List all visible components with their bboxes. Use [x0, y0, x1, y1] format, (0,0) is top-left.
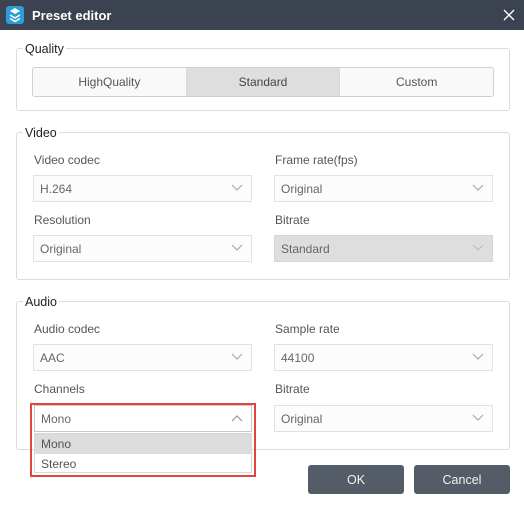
- frame-rate-label: Frame rate(fps): [275, 153, 358, 167]
- sample-rate-select[interactable]: 44100: [274, 344, 493, 371]
- video-codec-select[interactable]: H.264: [33, 175, 252, 202]
- quality-option-highquality[interactable]: HighQuality: [33, 68, 187, 96]
- highlight-box: [30, 403, 256, 477]
- frame-rate-value: Original: [281, 181, 323, 196]
- audio-codec-select[interactable]: AAC: [33, 344, 252, 371]
- quality-option-custom[interactable]: Custom: [340, 68, 493, 96]
- ok-button[interactable]: OK: [308, 465, 404, 494]
- chevron-down-icon: [472, 244, 484, 251]
- resolution-select[interactable]: Original: [33, 235, 252, 262]
- audio-bitrate-label: Bitrate: [275, 382, 310, 396]
- cancel-button[interactable]: Cancel: [414, 465, 510, 494]
- video-codec-value: H.264: [40, 181, 73, 196]
- video-codec-label: Video codec: [34, 153, 100, 167]
- audio-codec-label: Audio codec: [34, 322, 101, 336]
- sample-rate-value: 44100: [281, 350, 315, 365]
- video-bitrate-value: Standard: [281, 241, 330, 256]
- chevron-down-icon: [231, 353, 243, 360]
- quality-legend: Quality: [23, 42, 66, 56]
- resolution-value: Original: [40, 241, 82, 256]
- video-bitrate-label: Bitrate: [275, 213, 310, 227]
- audio-codec-value: AAC: [40, 350, 65, 365]
- chevron-down-icon: [231, 184, 243, 191]
- chevron-down-icon: [472, 184, 484, 191]
- title-bar: Preset editor: [0, 0, 524, 30]
- chevron-down-icon: [231, 244, 243, 251]
- video-bitrate-select[interactable]: Standard: [274, 235, 493, 262]
- quality-option-standard[interactable]: Standard: [186, 68, 341, 96]
- audio-legend: Audio: [23, 295, 59, 309]
- chevron-down-icon: [472, 353, 484, 360]
- resolution-label: Resolution: [34, 213, 91, 227]
- frame-rate-select[interactable]: Original: [274, 175, 493, 202]
- close-button[interactable]: [494, 0, 524, 30]
- audio-bitrate-value: Original: [281, 411, 323, 426]
- chevron-down-icon: [472, 414, 484, 421]
- sample-rate-label: Sample rate: [275, 322, 340, 336]
- video-legend: Video: [23, 126, 59, 140]
- close-icon: [503, 9, 515, 21]
- window-title: Preset editor: [32, 8, 112, 23]
- audio-bitrate-select[interactable]: Original: [274, 405, 493, 432]
- channels-label: Channels: [34, 382, 85, 396]
- app-logo-icon: [6, 6, 24, 24]
- quality-segmented-control: HighQuality Standard Custom: [32, 67, 494, 97]
